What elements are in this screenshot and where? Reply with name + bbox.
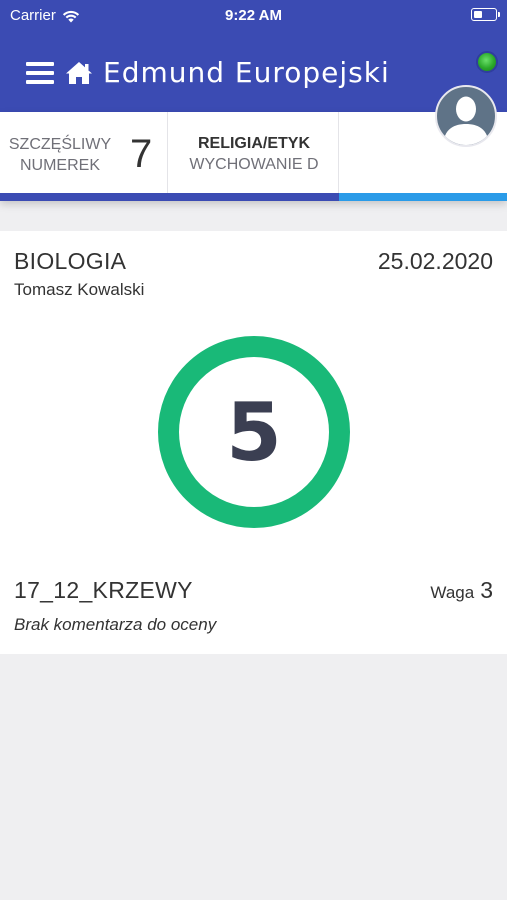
grade-subject: BIOLOGIA (14, 248, 127, 274)
lucky-label-line2: NUMEREK (19, 157, 100, 174)
info-strip: SZCZĘŚLIWY NUMEREK 7 RELIGIA/ETYK WYCHOW… (0, 112, 507, 201)
lesson-subtitle: WYCHOWANIE D (189, 156, 319, 173)
grade-card: BIOLOGIA 25.02.2020 Tomasz Kowalski 5 17… (0, 231, 507, 654)
clock: 9:22 AM (225, 7, 282, 24)
menu-icon[interactable] (26, 62, 54, 84)
home-icon[interactable] (65, 61, 93, 85)
status-bar: Carrier 9:22 AM (0, 0, 507, 34)
battery-icon (471, 8, 500, 21)
strip-accent-bar (0, 193, 339, 201)
current-lesson-panel[interactable]: RELIGIA/ETYK WYCHOWANIE D (169, 112, 339, 200)
student-name-title: Edmund Europejski (103, 56, 390, 89)
avatar-icon (443, 96, 489, 145)
lucky-number-label: SZCZĘŚLIWY NUMEREK (8, 134, 112, 176)
online-status-indicator (476, 51, 498, 73)
grade-comment: Brak komentarza do oceny (14, 615, 217, 634)
lucky-number-panel: SZCZĘŚLIWY NUMEREK 7 (0, 112, 168, 200)
weight-label: Waga (430, 583, 475, 602)
grade-value: 5 (226, 385, 282, 479)
strip-progress-bar (339, 193, 507, 201)
lesson-title: RELIGIA/ETYK (197, 135, 310, 152)
grade-description: 17_12_KRZEWY (14, 577, 193, 603)
grade-date: 25.02.2020 (377, 248, 493, 274)
weight-value: 3 (480, 577, 493, 603)
app-header: Edmund Europejski (0, 34, 507, 112)
grade-teacher: Tomasz Kowalski (14, 280, 145, 299)
grade-ring: 5 (158, 336, 350, 528)
grade-weight: Waga 3 (430, 577, 493, 604)
avatar[interactable] (435, 85, 497, 147)
lucky-label-line1: SZCZĘŚLIWY (8, 136, 112, 153)
lucky-number-value: 7 (130, 132, 153, 176)
